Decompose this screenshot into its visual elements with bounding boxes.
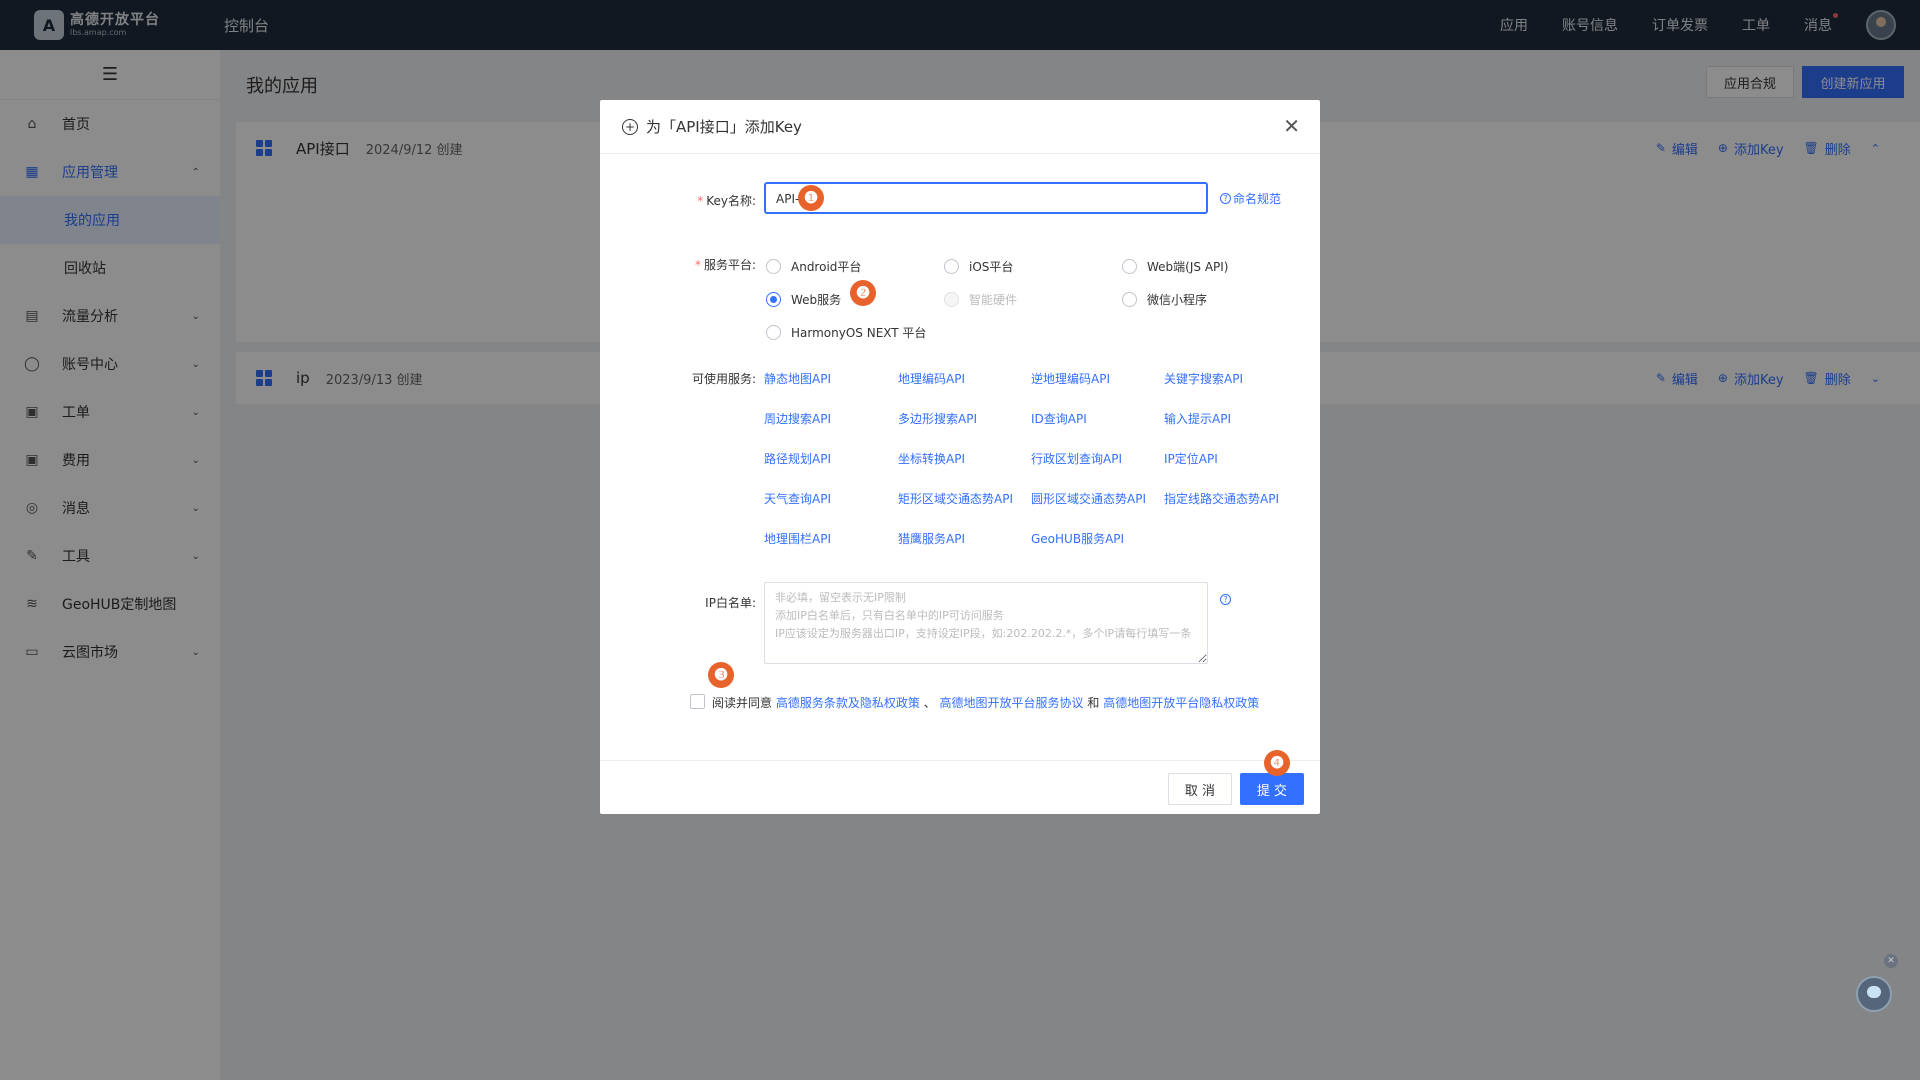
step-badge-2: ❷ bbox=[850, 280, 876, 306]
agreement-text: 阅读并同意 高德服务条款及隐私权政策 、 高德地图开放平台服务协议 和 高德地图… bbox=[712, 694, 1259, 711]
service-link[interactable]: 指定线路交通态势API bbox=[1164, 490, 1279, 507]
service-link[interactable]: 多边形搜索API bbox=[898, 410, 977, 427]
key-name-input[interactable] bbox=[764, 182, 1208, 214]
service-link[interactable]: GeoHUB服务API bbox=[1031, 530, 1124, 547]
service-link[interactable]: 地理围栏API bbox=[764, 530, 831, 547]
radio-smart-hardware: 智能硬件 bbox=[944, 291, 1017, 308]
ip-whitelist-textarea[interactable] bbox=[764, 582, 1208, 664]
step-badge-1: ❶ bbox=[798, 185, 824, 211]
platform-label: * 服务平台: bbox=[694, 258, 756, 272]
radio-android[interactable]: Android平台 bbox=[766, 258, 861, 275]
service-agreement-link[interactable]: 高德地图开放平台服务协议 bbox=[940, 696, 1084, 710]
ip-whitelist-label: IP白名单: bbox=[705, 596, 756, 610]
radio-label: iOS平台 bbox=[969, 260, 1014, 274]
service-link[interactable]: 地理编码API bbox=[898, 370, 965, 387]
question-icon: ? bbox=[1220, 193, 1231, 204]
service-link[interactable]: 天气查询API bbox=[764, 490, 831, 507]
dialog-title: 为「API接口」添加Key bbox=[646, 118, 802, 136]
service-link[interactable]: 猎鹰服务API bbox=[898, 530, 965, 547]
radio-circle bbox=[766, 325, 781, 340]
agreement-prefix: 阅读并同意 bbox=[712, 696, 773, 710]
radio-circle bbox=[1122, 259, 1137, 274]
radio-label: Web端(JS API) bbox=[1147, 260, 1229, 274]
dialog-header: + 为「API接口」添加Key bbox=[600, 100, 1320, 154]
radio-circle bbox=[766, 259, 781, 274]
helper-close-icon[interactable]: ✕ bbox=[1884, 954, 1898, 968]
naming-rules-label: 命名规范 bbox=[1233, 192, 1282, 206]
step-badge-3: ❸ bbox=[708, 662, 734, 688]
radio-ios[interactable]: iOS平台 bbox=[944, 258, 1013, 275]
radio-label: HarmonyOS NEXT 平台 bbox=[791, 326, 927, 340]
naming-rules-link[interactable]: ? 命名规范 bbox=[1220, 190, 1281, 207]
cancel-button[interactable]: 取 消 bbox=[1168, 773, 1232, 805]
assistant-bot-icon[interactable] bbox=[1856, 976, 1892, 1012]
radio-circle bbox=[944, 259, 959, 274]
service-link[interactable]: ID查询API bbox=[1031, 410, 1087, 427]
key-name-label: * Key名称: bbox=[697, 194, 756, 208]
step-badge-4: ❹ bbox=[1264, 750, 1290, 776]
services-label: 可使用服务: bbox=[691, 372, 756, 386]
service-link[interactable]: 周边搜索API bbox=[764, 410, 831, 427]
service-link[interactable]: 输入提示API bbox=[1164, 410, 1231, 427]
radio-label: 微信小程序 bbox=[1147, 293, 1208, 307]
service-link[interactable]: IP定位API bbox=[1164, 450, 1218, 467]
radio-circle bbox=[1122, 292, 1137, 307]
terms-privacy-link[interactable]: 高德服务条款及隐私权政策 bbox=[776, 696, 920, 710]
radio-harmonyos-next[interactable]: HarmonyOS NEXT 平台 bbox=[766, 324, 926, 341]
agreement-separator: 和 bbox=[1087, 696, 1100, 710]
radio-label: 智能硬件 bbox=[969, 293, 1018, 307]
radio-web-js-api[interactable]: Web端(JS API) bbox=[1122, 258, 1228, 275]
radio-circle bbox=[766, 292, 781, 307]
agreement-checkbox[interactable] bbox=[690, 694, 705, 709]
add-key-dialog: + 为「API接口」添加Key ✕ *Key名称: ?命名规范 *服务平台: A… bbox=[600, 100, 1320, 814]
dialog-footer: 取 消 提 交 bbox=[600, 760, 1320, 814]
radio-label: Android平台 bbox=[791, 260, 862, 274]
agreement-separator: 、 bbox=[923, 696, 936, 710]
service-link[interactable]: 行政区划查询API bbox=[1031, 450, 1122, 467]
service-link[interactable]: 路径规划API bbox=[764, 450, 831, 467]
service-link[interactable]: 矩形区域交通态势API bbox=[898, 490, 1013, 507]
submit-button[interactable]: 提 交 bbox=[1240, 773, 1304, 805]
service-link[interactable]: 关键字搜索API bbox=[1164, 370, 1243, 387]
service-link[interactable]: 逆地理编码API bbox=[1031, 370, 1110, 387]
service-link[interactable]: 坐标转换API bbox=[898, 450, 965, 467]
radio-circle bbox=[944, 292, 959, 307]
close-icon[interactable]: ✕ bbox=[1283, 116, 1300, 136]
radio-wechat-miniprogram[interactable]: 微信小程序 bbox=[1122, 291, 1207, 308]
service-link[interactable]: 圆形区域交通态势API bbox=[1031, 490, 1146, 507]
plus-circle-icon: + bbox=[622, 118, 638, 135]
ip-help-icon[interactable]: ? bbox=[1220, 594, 1231, 605]
privacy-policy-link[interactable]: 高德地图开放平台隐私权政策 bbox=[1103, 696, 1259, 710]
radio-web-service[interactable]: Web服务 bbox=[766, 291, 841, 308]
radio-label: Web服务 bbox=[791, 293, 842, 307]
service-link[interactable]: 静态地图API bbox=[764, 370, 831, 387]
